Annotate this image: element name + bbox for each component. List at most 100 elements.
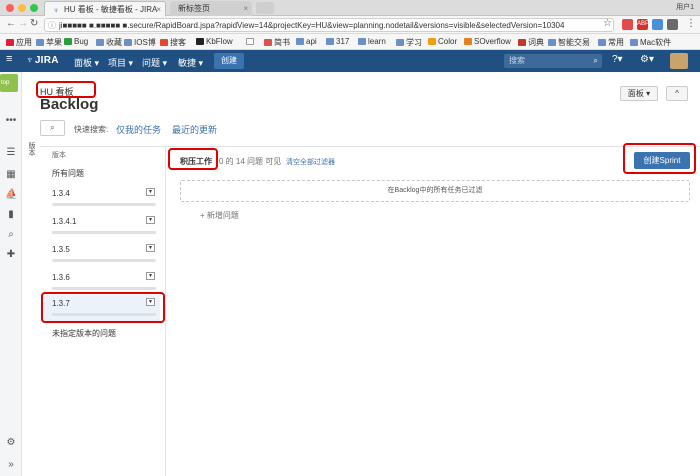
reports-icon[interactable]: ▮: [5, 210, 17, 220]
bookmark-item[interactable]: 应用: [6, 37, 32, 48]
extension-icon[interactable]: [652, 19, 663, 30]
jira-logo-icon: ♆: [26, 55, 34, 66]
version-name: 1.3.6: [52, 273, 70, 282]
app-switcher-icon[interactable]: ≡: [6, 53, 12, 65]
bookmark-item[interactable]: 搜客: [160, 37, 186, 48]
search-input[interactable]: 搜索 ⌕: [504, 54, 602, 68]
chevron-down-icon[interactable]: ▼: [146, 216, 155, 224]
browser-menu-icon[interactable]: ⋮: [686, 18, 696, 29]
browser-user-label[interactable]: 用户1: [676, 2, 694, 12]
menu-agile[interactable]: 敏捷 ▾: [178, 56, 203, 69]
project-avatar[interactable]: top: [0, 74, 18, 92]
version-progress-bar: [52, 203, 156, 206]
menu-issues[interactable]: 问题 ▾: [142, 56, 167, 69]
version-item[interactable]: 1.3.5 ▼: [44, 241, 160, 268]
reload-icon[interactable]: ↻: [30, 18, 38, 29]
bookmark-item[interactable]: Mac软件: [630, 37, 671, 48]
search-icon: ⌕: [50, 123, 55, 132]
tab-title: 新标签页: [178, 4, 210, 13]
version-item[interactable]: 1.3.4.1 ▼: [44, 213, 160, 240]
divider: [40, 146, 700, 147]
backlog-empty-message: 在Backlog中的所有任务已过滤: [180, 180, 690, 202]
bookmark-item[interactable]: 智能交易: [548, 37, 590, 48]
create-issue-link[interactable]: + 新增问题: [200, 210, 239, 221]
jira-favicon-icon: ♆: [53, 6, 59, 15]
create-button[interactable]: 创建: [214, 53, 244, 69]
bookmark-item[interactable]: SOverflow: [464, 37, 511, 46]
help-icon[interactable]: ?▾: [612, 54, 623, 65]
back-arrow-icon[interactable]: ←: [6, 18, 16, 29]
backlog-issue-count: 0 的 14 问题 可见: [219, 157, 282, 166]
tab-close-icon[interactable]: ×: [243, 1, 248, 16]
extension-icon[interactable]: [667, 19, 678, 30]
settings-gear-icon[interactable]: ⚙: [5, 438, 17, 448]
url-input[interactable]: ⓘ ji■■■■■ ■.■■■■■ ■.secure/RapidBoard.js…: [44, 18, 614, 32]
bookmark-item[interactable]: 学习: [396, 37, 422, 48]
chevron-down-icon[interactable]: ▼: [146, 272, 155, 280]
bookmark-item[interactable]: 常用: [598, 37, 624, 48]
jira-header: ≡ ♆JIRA 面板 ▾ 项目 ▾ 问题 ▾ 敏捷 ▾ 创建 搜索 ⌕ ?▾ ⚙…: [0, 50, 700, 72]
window-close-button[interactable]: [6, 4, 14, 12]
chevron-down-icon[interactable]: ▼: [146, 244, 155, 252]
bookmark-item[interactable]: IOS博: [124, 37, 156, 48]
collapse-button[interactable]: ^: [666, 86, 688, 101]
versions-heading: 版本: [52, 152, 66, 159]
highlight-box: [168, 148, 218, 170]
menu-dashboards[interactable]: 面板 ▾: [74, 56, 99, 69]
jira-logo[interactable]: ♆JIRA: [26, 55, 59, 66]
bookmark-item[interactable]: KbFlow: [196, 37, 233, 46]
bookmark-item[interactable]: Color: [428, 37, 457, 46]
more-icon[interactable]: •••: [5, 116, 17, 126]
tab-title: HU 看板 - 敏捷看板 - JIRA: [64, 5, 158, 14]
bookmark-item[interactable]: 苹果: [36, 37, 62, 48]
version-progress-bar: [52, 287, 156, 290]
new-tab-button[interactable]: [256, 2, 274, 14]
version-all-issues[interactable]: 所有问题: [52, 168, 84, 179]
bookmark-star-icon[interactable]: ☆: [603, 18, 612, 29]
backlog-search-button[interactable]: ⌕: [40, 120, 65, 136]
browser-tab-jira[interactable]: ♆ HU 看板 - 敏捷看板 - JIRA ×: [44, 1, 166, 16]
quick-filter-my-issues[interactable]: 仅我的任务: [116, 123, 161, 136]
chevron-down-icon[interactable]: ▼: [146, 188, 155, 196]
highlight-box: [41, 292, 165, 323]
issues-icon[interactable]: ⌕: [5, 230, 17, 240]
expand-sidebar-icon[interactable]: »: [5, 460, 17, 470]
user-avatar[interactable]: [670, 53, 688, 69]
extension-icon[interactable]: [622, 19, 633, 30]
clear-all-filters-link[interactable]: 清空全部过滤器: [286, 157, 335, 167]
browser-tab-new[interactable]: 新标签页 ×: [170, 1, 252, 16]
bookmark-item[interactable]: api: [296, 37, 317, 46]
bookmark-item[interactable]: Bug: [64, 37, 88, 46]
search-icon: ⌕: [593, 56, 598, 65]
bookmark-item[interactable]: learn: [358, 37, 386, 46]
info-icon[interactable]: ⓘ: [48, 19, 56, 31]
backlog-icon[interactable]: ☰: [5, 148, 17, 158]
version-progress-bar: [52, 231, 156, 234]
quick-filter-recently-updated[interactable]: 最近的更新: [172, 123, 217, 136]
version-unassigned[interactable]: 未指定版本的问题: [52, 328, 116, 339]
release-icon[interactable]: ⛵: [5, 190, 17, 200]
bookmark-item[interactable]: 收藏: [96, 37, 122, 48]
bookmark-item[interactable]: 词典: [518, 37, 544, 48]
window-minimize-button[interactable]: [18, 4, 26, 12]
version-name: 1.3.5: [52, 245, 70, 254]
version-name: 1.3.4: [52, 189, 70, 198]
components-icon[interactable]: ✚: [5, 250, 17, 260]
board-dropdown-button[interactable]: 面板 ▾: [620, 86, 658, 101]
adblock-icon[interactable]: ABP: [637, 19, 649, 30]
window-zoom-button[interactable]: [30, 4, 38, 12]
board-icon[interactable]: ▦: [5, 170, 17, 180]
bookmark-item[interactable]: 317: [326, 37, 349, 46]
bookmark-item[interactable]: [246, 37, 256, 46]
menu-projects[interactable]: 项目 ▾: [108, 56, 133, 69]
tab-close-icon[interactable]: ×: [156, 2, 161, 16]
bookmark-item[interactable]: 简书: [264, 37, 290, 48]
forward-arrow-icon[interactable]: →: [18, 18, 28, 29]
browser-tab-bar: ♆ HU 看板 - 敏捷看板 - JIRA × 新标签页 × 用户1: [0, 0, 700, 16]
versions-panel-tab[interactable]: 版本: [24, 142, 36, 156]
url-text: ji■■■■■ ■.■■■■■ ■.secure/RapidBoard.jspa…: [59, 21, 565, 30]
version-item[interactable]: 1.3.4 ▼: [44, 185, 160, 212]
highlight-box: [623, 143, 696, 174]
project-sidebar: top ••• ☰ ▦ ⛵ ▮ ⌕ ✚ ⚙ »: [0, 72, 22, 476]
gear-icon[interactable]: ⚙▾: [640, 54, 654, 65]
